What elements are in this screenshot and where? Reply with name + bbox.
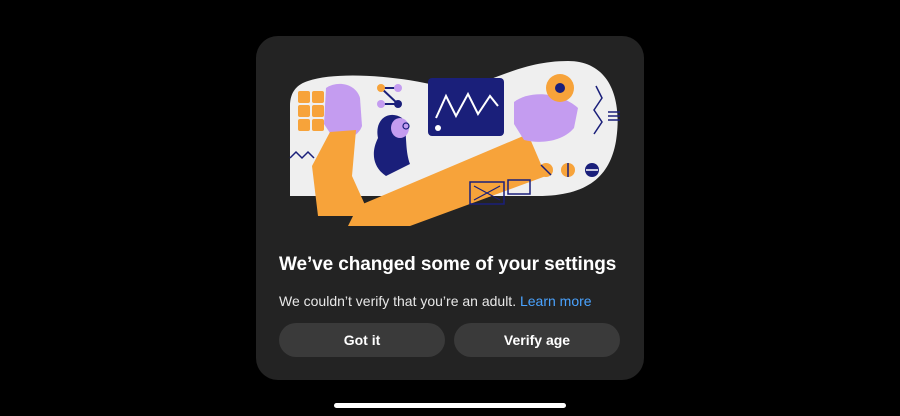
settings-illustration [289, 61, 620, 226]
verify-age-button[interactable]: Verify age [454, 323, 620, 357]
settings-changed-sheet: We’ve changed some of your settings We c… [256, 36, 644, 380]
learn-more-link[interactable]: Learn more [520, 293, 592, 309]
dialog-message-row: We couldn’t verify that you’re an adult.… [279, 293, 629, 309]
home-indicator[interactable] [334, 403, 566, 408]
dialog-message: We couldn’t verify that you’re an adult. [279, 293, 517, 309]
dialog-title: We’ve changed some of your settings [279, 254, 617, 275]
screen: We’ve changed some of your settings We c… [0, 0, 900, 416]
got-it-button[interactable]: Got it [279, 323, 445, 357]
